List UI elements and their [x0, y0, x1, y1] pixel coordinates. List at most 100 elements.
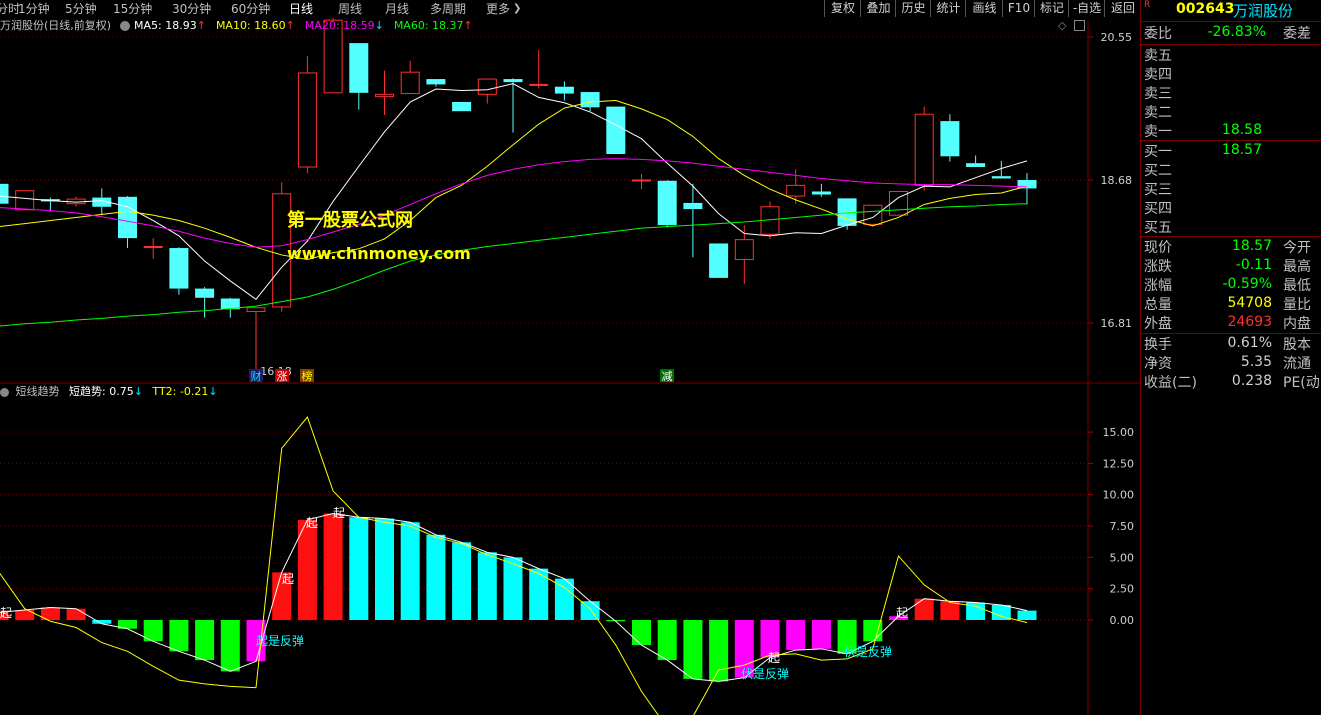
toolbar-button-1[interactable]: 叠加	[860, 0, 896, 17]
toolbar-button-4[interactable]: 画线	[965, 0, 1003, 17]
indicator-bar	[426, 534, 446, 620]
candle[interactable]	[940, 114, 960, 162]
candle[interactable]	[246, 307, 266, 372]
candle[interactable]	[297, 56, 317, 174]
arrow-down-icon: ↓	[208, 385, 218, 398]
candle[interactable]	[529, 50, 549, 89]
stat-value: 24693	[1227, 314, 1272, 330]
ma-label-3: MA60: 18.37	[393, 19, 464, 32]
indicator-bar	[297, 519, 317, 620]
y-tick-label: 20.55	[1101, 31, 1133, 44]
tab-timeframe-4[interactable]: 30分钟	[172, 0, 211, 18]
tab-timeframe-3[interactable]: 15分钟	[113, 0, 152, 18]
candle[interactable]	[477, 78, 497, 104]
stat-value: -0.59%	[1222, 276, 1272, 292]
stat-right-label: 最高	[1283, 259, 1311, 275]
candle[interactable]	[15, 190, 35, 211]
indicator-bar	[940, 601, 960, 620]
event-marker-1[interactable]: 涨	[275, 369, 289, 383]
toolbar-button-2[interactable]: 历史	[895, 0, 931, 17]
ma-arrow-icon: ↑	[463, 19, 473, 32]
candle[interactable]	[811, 183, 831, 197]
indicator-annotation: 起	[333, 506, 345, 520]
diamond-icon[interactable]: ◇	[1058, 18, 1066, 34]
stat-label: 收益(二)	[1144, 375, 1197, 391]
indicator-bar	[220, 620, 240, 672]
stock-label: 万润股份(日线,前复权)	[0, 19, 112, 32]
indicator-annotation: 起	[306, 516, 318, 530]
chevron-right-icon[interactable]: ❯	[513, 0, 521, 18]
candle[interactable]	[400, 60, 420, 95]
tab-timeframe-5[interactable]: 60分钟	[231, 0, 270, 18]
candle[interactable]	[169, 247, 189, 295]
stat-label: 涨跌	[1144, 259, 1172, 275]
indicator-annotation: 起	[0, 606, 12, 620]
candle[interactable]	[375, 70, 394, 116]
indicator-bar	[477, 552, 497, 620]
stat-right-label: 今开	[1283, 240, 1311, 256]
tab-timeframe-2[interactable]: 5分钟	[65, 0, 97, 18]
indicator-bar	[657, 620, 677, 661]
stat-right-label: 最低	[1283, 278, 1311, 294]
svg-text:财: 财	[251, 369, 262, 383]
candle[interactable]	[683, 183, 703, 258]
candle[interactable]	[143, 238, 163, 259]
toolbar-button-7[interactable]: -自选	[1068, 0, 1105, 17]
sell-level-label: 卖三	[1144, 86, 1172, 102]
divider	[1141, 44, 1321, 45]
indicator-toggle-icon[interactable]	[0, 387, 9, 397]
tab-timeframe-1[interactable]: 1分钟	[18, 0, 50, 18]
indicator-annotation: 起	[896, 606, 908, 620]
candle[interactable]	[503, 78, 523, 133]
y-tick-label: 18.68	[1101, 174, 1133, 187]
candlestick-chart[interactable]: 20.55 18.68 16.81 15.00 12.50 10.00 7.50 5.00 2…	[0, 0, 1140, 715]
tab-timeframe-9[interactable]: 多周期	[430, 0, 466, 18]
toolbar-button-0[interactable]: 复权	[824, 0, 861, 17]
ma-toggle-icon[interactable]	[120, 21, 130, 31]
event-marker-0[interactable]: 财	[249, 369, 263, 383]
sell-level-label: 卖四	[1144, 67, 1172, 83]
toolbar-button-6[interactable]: 标记	[1034, 0, 1069, 17]
tab-timeframe-8[interactable]: 月线	[385, 0, 409, 18]
indicator-annotation: 伏是反弹	[844, 645, 892, 659]
divider	[1141, 333, 1321, 334]
tab-timeframe-10[interactable]: 更多	[486, 0, 510, 18]
candle[interactable]	[632, 173, 651, 190]
indicator-header: 短线趋势 短趋势: 0.75↓ TT2: -0.21↓	[0, 384, 218, 400]
stat-value: 0.238	[1231, 373, 1272, 389]
candle[interactable]	[349, 43, 369, 110]
candle[interactable]	[0, 172, 9, 219]
ma-line-MA20	[0, 158, 1028, 248]
buy-level-label: 买一	[1144, 144, 1172, 160]
candle[interactable]	[606, 106, 626, 155]
toolbar-button-8[interactable]: 返回	[1104, 0, 1141, 17]
candle[interactable]	[991, 160, 1011, 179]
event-marker-3[interactable]: 减	[660, 369, 674, 383]
candle[interactable]	[554, 81, 574, 101]
chart-header: 万润股份(日线,前复权) MA5: 18.93↑ MA10: 18.60↑ MA20…	[0, 18, 1088, 34]
candle[interactable]	[426, 79, 446, 87]
stat-label: 现价	[1144, 240, 1172, 256]
tab-timeframe-6[interactable]: 日线	[289, 0, 313, 18]
candle[interactable]	[195, 287, 215, 318]
candle[interactable]	[709, 243, 729, 278]
tab-timeframe-7[interactable]: 周线	[338, 0, 362, 18]
indicator-bar	[452, 542, 472, 620]
candle[interactable]	[914, 106, 934, 191]
candle[interactable]	[657, 180, 677, 228]
indicator-bar	[683, 620, 703, 679]
tab-timeframe-0[interactable]: 分时	[0, 0, 20, 18]
stat-label: 净资	[1144, 356, 1172, 372]
svg-text:涨: 涨	[277, 370, 288, 383]
indicator-annotation: 起是反弹	[256, 634, 304, 648]
svg-text:榜: 榜	[302, 369, 313, 383]
candle[interactable]	[1017, 173, 1037, 205]
buy-level-label: 买五	[1144, 220, 1172, 236]
expand-icon[interactable]	[1074, 20, 1085, 31]
candle[interactable]	[966, 155, 986, 168]
candle[interactable]	[452, 102, 472, 112]
sell-level-label: 卖二	[1144, 105, 1172, 121]
toolbar-button-5[interactable]: F10	[1002, 0, 1035, 17]
event-marker-2[interactable]: 榜	[300, 369, 314, 383]
toolbar-button-3[interactable]: 统计	[930, 0, 966, 17]
